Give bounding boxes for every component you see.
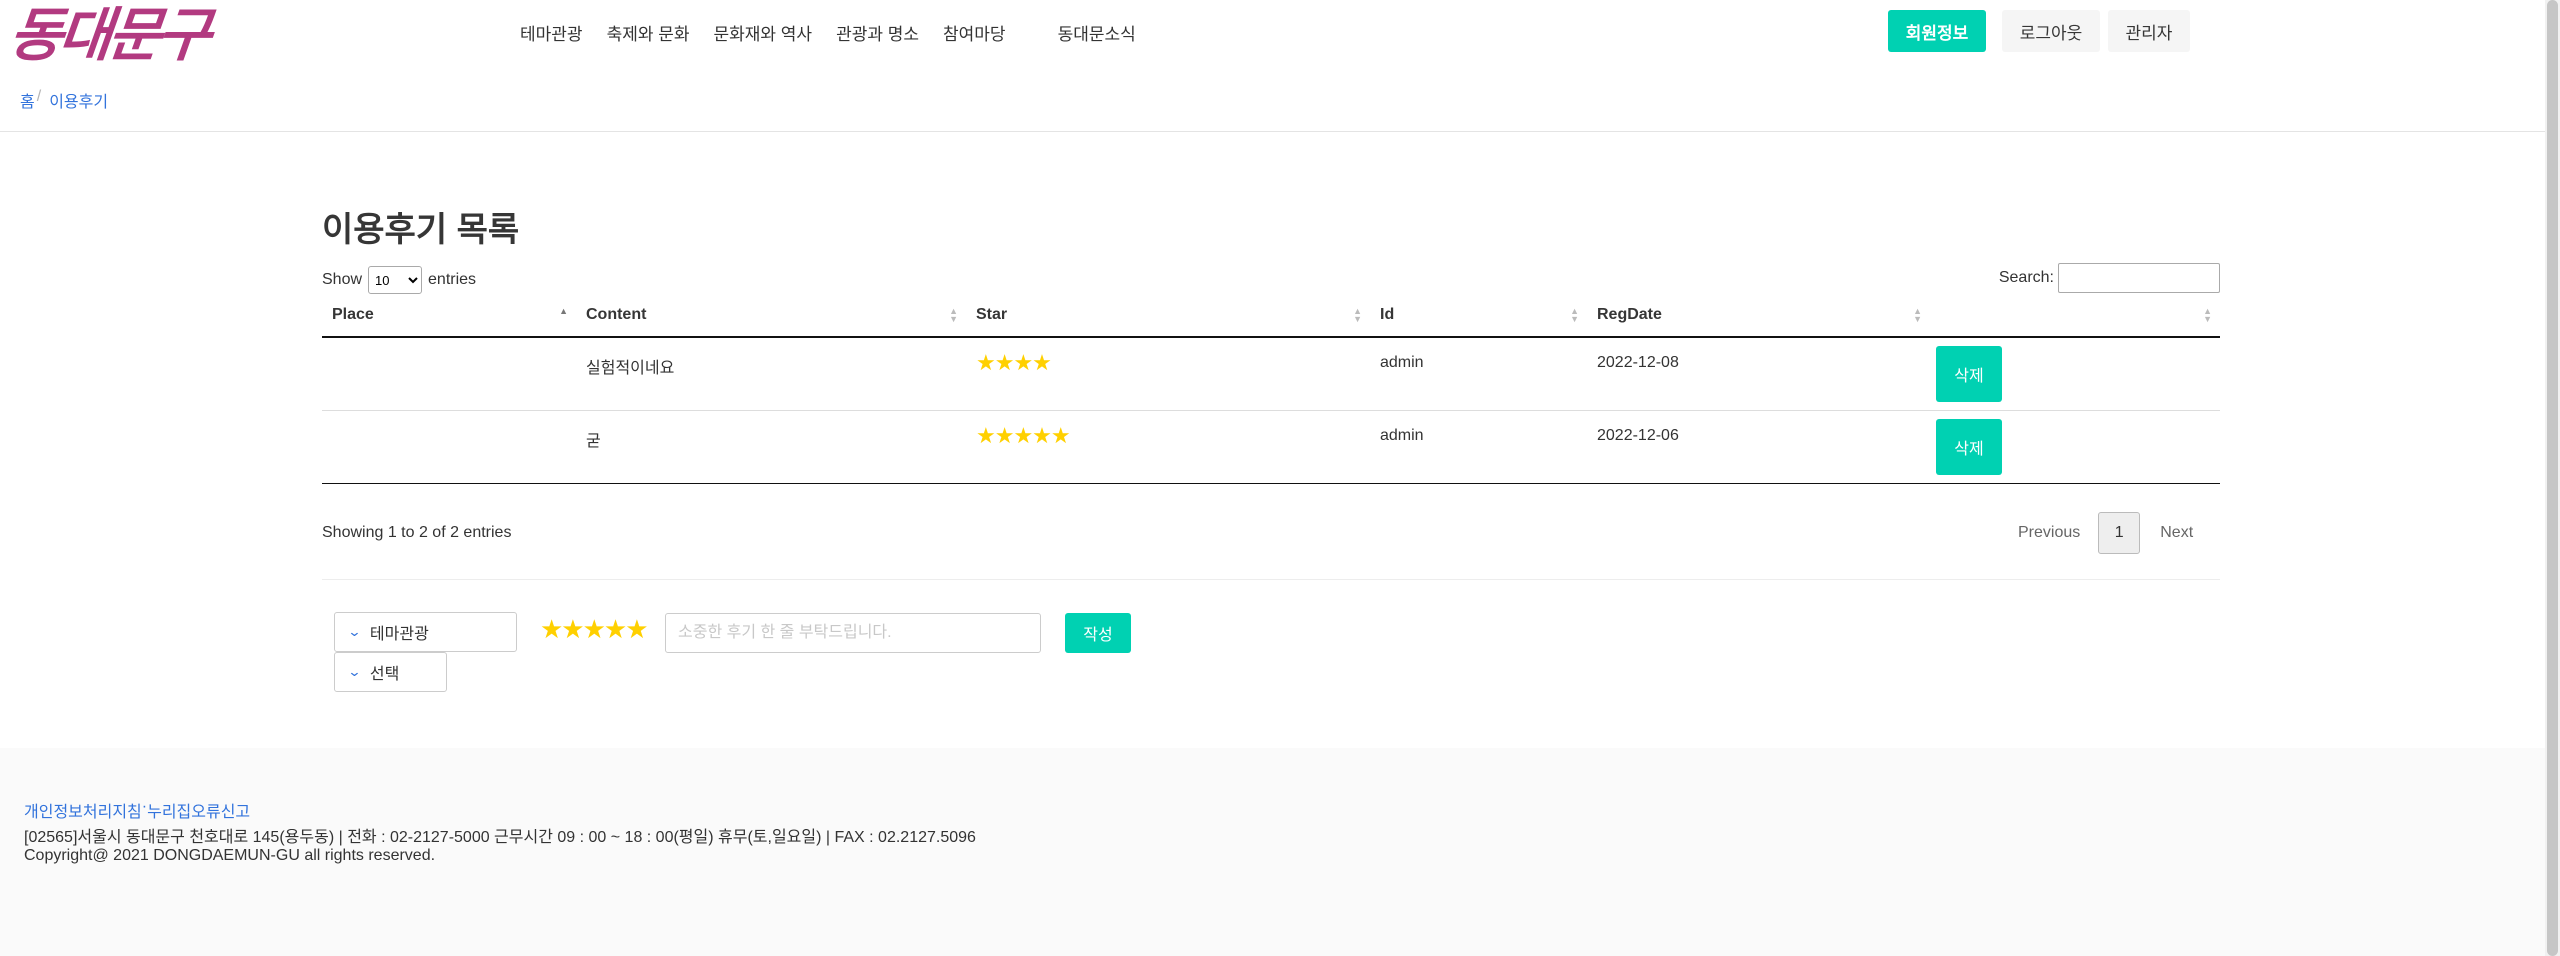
main-nav: 테마관광 축제와 문화 문화재와 역사 관광과 명소 참여마당 동대문소식 bbox=[520, 20, 1160, 45]
column-label: Id bbox=[1380, 306, 1395, 323]
nav-tourist-attractions[interactable]: 관광과 명소 bbox=[836, 20, 919, 45]
breadcrumb-separator: / bbox=[36, 88, 42, 105]
footer-address: [02565]서울시 동대문구 천호대로 145(용두동) | 전화 : 02-… bbox=[24, 829, 976, 846]
table-row: 실험적이네요 ★★★★ admin 2022-12-08 삭제 bbox=[322, 338, 2220, 411]
breadcrumb: 홈 / 이용후기 bbox=[20, 88, 108, 112]
site-logo[interactable]: 동대문구 bbox=[6, 0, 212, 72]
submit-review-button[interactable]: 작성 bbox=[1065, 613, 1131, 653]
error-report-link[interactable]: 누리집오류신고 bbox=[147, 798, 250, 822]
pagination-page-current[interactable]: 1 bbox=[2098, 512, 2141, 554]
sort-icon: ▲ ▼ bbox=[1913, 306, 1922, 324]
cell-content: 굳 bbox=[586, 433, 601, 450]
logout-button[interactable]: 로그아웃 bbox=[2002, 10, 2100, 52]
pagination-next[interactable]: Next bbox=[2160, 524, 2193, 542]
theme-select[interactable]: ⌄ 테마관광 bbox=[334, 612, 517, 652]
column-header-place[interactable]: Place ▲ bbox=[322, 298, 576, 336]
cell-action: 삭제 bbox=[1930, 411, 2220, 483]
search-label: Search: bbox=[1998, 269, 2054, 286]
table-info: Showing 1 to 2 of 2 entries bbox=[322, 524, 512, 541]
member-info-button[interactable]: 회원정보 bbox=[1888, 10, 1986, 52]
column-header-content[interactable]: Content ▲ ▼ bbox=[576, 298, 966, 336]
place-select-value: 선택 bbox=[369, 666, 400, 683]
vertical-scrollbar[interactable] bbox=[2545, 0, 2560, 956]
footer-copyright: Copyright@ 2021 DONGDAEMUN-GU all rights… bbox=[24, 847, 436, 864]
admin-button[interactable]: 관리자 bbox=[2108, 10, 2190, 52]
table-header: Place ▲ Content ▲ ▼ Star ▲ ▼ Id ▲ ▼ RegDate… bbox=[322, 298, 2220, 338]
cell-id: admin bbox=[1380, 354, 1424, 371]
cell-content: 실험적이네요 bbox=[586, 360, 675, 377]
sort-icon: ▲ ▼ bbox=[949, 306, 958, 324]
cell-place bbox=[322, 411, 576, 483]
entries-label: entries bbox=[428, 271, 477, 288]
nav-festival-culture[interactable]: 축제와 문화 bbox=[607, 20, 690, 45]
table-row: 굳 ★★★★★ admin 2022-12-06 삭제 bbox=[322, 411, 2220, 484]
breadcrumb-current[interactable]: 이용후기 bbox=[49, 88, 108, 112]
cell-regdate: 2022-12-06 bbox=[1597, 427, 1679, 444]
pagination: Previous 1 Next bbox=[2018, 512, 2193, 554]
cell-id: admin bbox=[1380, 427, 1424, 444]
chevron-down-icon: ⌄ bbox=[347, 624, 362, 639]
site-footer: 개인정보처리지침 · 누리집오류신고 [02565]서울시 동대문구 천호대로 … bbox=[0, 748, 2545, 956]
sort-icon: ▲ bbox=[559, 306, 568, 316]
pagination-previous[interactable]: Previous bbox=[2018, 524, 2080, 542]
section-divider bbox=[322, 579, 2220, 580]
review-text-input[interactable] bbox=[665, 613, 1041, 653]
cell-place bbox=[322, 338, 576, 410]
page-title: 이용후기 목록 bbox=[322, 211, 520, 249]
show-label: Show bbox=[322, 271, 363, 288]
page: 동대문구 테마관광 축제와 문화 문화재와 역사 관광과 명소 참여마당 동대문… bbox=[0, 0, 2560, 956]
nav-participation[interactable]: 참여마당 bbox=[943, 20, 1006, 45]
footer-links: 개인정보처리지침 · 누리집오류신고 bbox=[24, 798, 250, 822]
star-rating-input[interactable]: ★★★★★ bbox=[540, 614, 649, 645]
chevron-down-icon: ⌄ bbox=[347, 664, 362, 679]
header-divider bbox=[0, 131, 2545, 132]
delete-button[interactable]: 삭제 bbox=[1936, 419, 2002, 475]
column-header-star[interactable]: Star ▲ ▼ bbox=[966, 298, 1370, 336]
table-search: Search: bbox=[1999, 263, 2220, 293]
column-header-action[interactable]: ▲ ▼ bbox=[1930, 298, 2220, 336]
breadcrumb-home[interactable]: 홈 bbox=[20, 88, 35, 112]
delete-button[interactable]: 삭제 bbox=[1936, 346, 2002, 402]
cell-action: 삭제 bbox=[1930, 338, 2220, 410]
sort-icon: ▲ ▼ bbox=[2203, 306, 2212, 324]
column-label: Content bbox=[586, 306, 647, 323]
cell-regdate: 2022-12-08 bbox=[1597, 354, 1679, 371]
nav-heritage-history[interactable]: 문화재와 역사 bbox=[714, 20, 813, 45]
column-label: Place bbox=[332, 306, 374, 323]
cell-star-rating: ★★★★★ bbox=[976, 423, 1071, 448]
cell-star-rating: ★★★★ bbox=[976, 350, 1052, 375]
entries-length-control: Show 10 entries bbox=[322, 266, 476, 294]
sort-icon: ▲ ▼ bbox=[1570, 306, 1579, 324]
column-header-regdate[interactable]: RegDate ▲ ▼ bbox=[1587, 298, 1930, 336]
nav-theme-tour[interactable]: 테마관광 bbox=[520, 20, 583, 45]
place-select[interactable]: ⌄ 선택 bbox=[334, 652, 447, 692]
nav-news[interactable]: 동대문소식 bbox=[1058, 20, 1136, 45]
privacy-policy-link[interactable]: 개인정보처리지침 bbox=[24, 798, 142, 822]
column-label: RegDate bbox=[1597, 306, 1662, 323]
theme-select-value: 테마관광 bbox=[369, 626, 429, 643]
scrollbar-thumb[interactable] bbox=[2547, 0, 2558, 956]
entries-length-select[interactable]: 10 bbox=[368, 266, 423, 294]
sort-icon: ▲ ▼ bbox=[1353, 306, 1362, 324]
reviews-table: Place ▲ Content ▲ ▼ Star ▲ ▼ Id ▲ ▼ RegDate… bbox=[322, 298, 2220, 484]
search-input[interactable] bbox=[2058, 263, 2220, 293]
column-label: Star bbox=[976, 306, 1008, 323]
column-header-id[interactable]: Id ▲ ▼ bbox=[1370, 298, 1587, 336]
